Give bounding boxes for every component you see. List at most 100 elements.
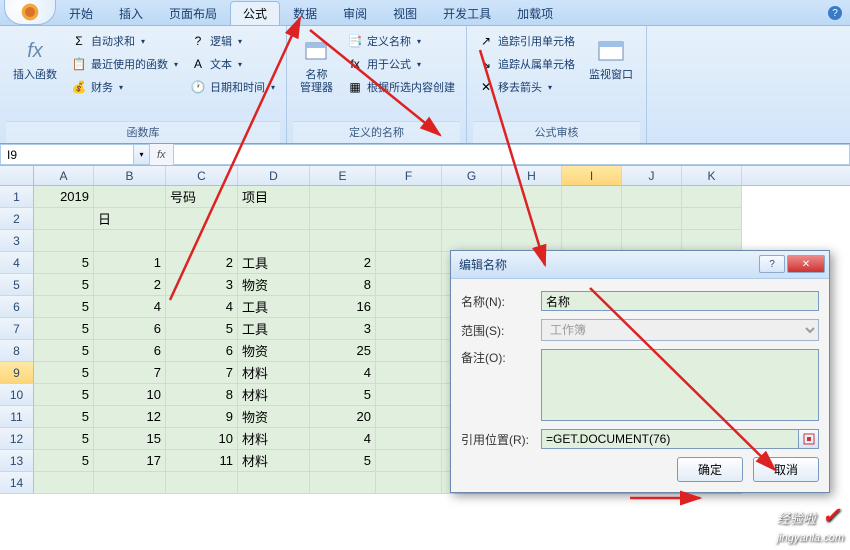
trace-dependents-button[interactable]: ↘追踪从属单元格: [473, 53, 580, 75]
tab-视图[interactable]: 视图: [380, 1, 430, 25]
cell[interactable]: 工具: [238, 296, 310, 318]
close-button[interactable]: ✕: [787, 255, 825, 273]
cell[interactable]: 6: [94, 340, 166, 362]
cell[interactable]: [376, 230, 442, 252]
insert-function-button[interactable]: fx 插入函数: [6, 30, 64, 87]
help-button[interactable]: ?: [759, 255, 785, 273]
cell[interactable]: [622, 208, 682, 230]
cell[interactable]: [310, 186, 376, 208]
define-name-button[interactable]: 📑定义名称▾: [342, 30, 460, 52]
cell[interactable]: 3: [310, 318, 376, 340]
cell[interactable]: 号码: [166, 186, 238, 208]
cell[interactable]: [502, 230, 562, 252]
cell[interactable]: [622, 230, 682, 252]
refersto-input[interactable]: [541, 429, 799, 449]
cell[interactable]: [376, 406, 442, 428]
cell[interactable]: [94, 230, 166, 252]
cell[interactable]: 物资: [238, 340, 310, 362]
row-header[interactable]: 12: [0, 428, 34, 450]
cell[interactable]: [376, 384, 442, 406]
cell[interactable]: 8: [310, 274, 376, 296]
remove-arrows-button[interactable]: ✕移去箭头▾: [473, 76, 580, 98]
row-header[interactable]: 1: [0, 186, 34, 208]
cell[interactable]: 7: [166, 362, 238, 384]
col-header-E[interactable]: E: [310, 166, 376, 185]
cell[interactable]: 物资: [238, 406, 310, 428]
cell[interactable]: [166, 472, 238, 494]
cell[interactable]: 6: [94, 318, 166, 340]
cell[interactable]: [94, 472, 166, 494]
cell[interactable]: 5: [34, 340, 94, 362]
cell[interactable]: [502, 208, 562, 230]
cell[interactable]: [376, 186, 442, 208]
cell[interactable]: 物资: [238, 274, 310, 296]
cell[interactable]: [94, 186, 166, 208]
logic-button[interactable]: ?逻辑▾: [185, 30, 280, 52]
cell[interactable]: 25: [310, 340, 376, 362]
cell[interactable]: 5: [166, 318, 238, 340]
cell[interactable]: 5: [310, 450, 376, 472]
cell[interactable]: [376, 428, 442, 450]
row-header[interactable]: 8: [0, 340, 34, 362]
name-input[interactable]: [541, 291, 819, 311]
autosum-button[interactable]: Σ自动求和▾: [66, 30, 183, 52]
col-header-B[interactable]: B: [94, 166, 166, 185]
row-header[interactable]: 11: [0, 406, 34, 428]
cell[interactable]: 5: [34, 428, 94, 450]
cell[interactable]: [34, 208, 94, 230]
select-all-corner[interactable]: [0, 166, 34, 185]
cell[interactable]: 12: [94, 406, 166, 428]
comment-textarea[interactable]: [541, 349, 819, 421]
trace-precedents-button[interactable]: ↗追踪引用单元格: [473, 30, 580, 52]
cell[interactable]: [682, 186, 742, 208]
col-header-J[interactable]: J: [622, 166, 682, 185]
cell[interactable]: [376, 296, 442, 318]
cell[interactable]: [442, 208, 502, 230]
tab-数据[interactable]: 数据: [280, 1, 330, 25]
cell[interactable]: 20: [310, 406, 376, 428]
col-header-C[interactable]: C: [166, 166, 238, 185]
row-header[interactable]: 5: [0, 274, 34, 296]
cell[interactable]: 材料: [238, 450, 310, 472]
cell[interactable]: [376, 318, 442, 340]
row-header[interactable]: 3: [0, 230, 34, 252]
name-box[interactable]: I9 ▾: [0, 144, 150, 165]
range-picker-button[interactable]: [799, 429, 819, 449]
row-header[interactable]: 6: [0, 296, 34, 318]
row-header[interactable]: 13: [0, 450, 34, 472]
cell[interactable]: [376, 450, 442, 472]
col-header-I[interactable]: I: [562, 166, 622, 185]
cell[interactable]: 5: [34, 362, 94, 384]
cell[interactable]: 材料: [238, 428, 310, 450]
cell[interactable]: [376, 472, 442, 494]
office-button[interactable]: [4, 0, 56, 25]
cell[interactable]: 工具: [238, 318, 310, 340]
cell[interactable]: 6: [166, 340, 238, 362]
cell[interactable]: 5: [34, 450, 94, 472]
col-header-D[interactable]: D: [238, 166, 310, 185]
dialog-titlebar[interactable]: 编辑名称 ? ✕: [451, 251, 829, 279]
cell[interactable]: 2: [310, 252, 376, 274]
cell[interactable]: 10: [94, 384, 166, 406]
col-header-H[interactable]: H: [502, 166, 562, 185]
cell[interactable]: 4: [166, 296, 238, 318]
help-icon[interactable]: ?: [828, 6, 842, 20]
cell[interactable]: [310, 208, 376, 230]
tab-开发工具[interactable]: 开发工具: [430, 1, 504, 25]
cell[interactable]: [502, 186, 562, 208]
cell[interactable]: 5: [34, 406, 94, 428]
cell[interactable]: [166, 230, 238, 252]
chevron-down-icon[interactable]: ▾: [133, 145, 149, 164]
cell[interactable]: 17: [94, 450, 166, 472]
tab-公式[interactable]: 公式: [230, 1, 280, 25]
cell[interactable]: [682, 230, 742, 252]
cell[interactable]: [310, 230, 376, 252]
cell[interactable]: [166, 208, 238, 230]
tab-加载项[interactable]: 加载项: [504, 1, 566, 25]
row-header[interactable]: 4: [0, 252, 34, 274]
col-header-A[interactable]: A: [34, 166, 94, 185]
cell[interactable]: 日: [94, 208, 166, 230]
row-header[interactable]: 9: [0, 362, 34, 384]
cell[interactable]: [442, 186, 502, 208]
recent-functions-button[interactable]: 📋最近使用的函数▾: [66, 53, 183, 75]
